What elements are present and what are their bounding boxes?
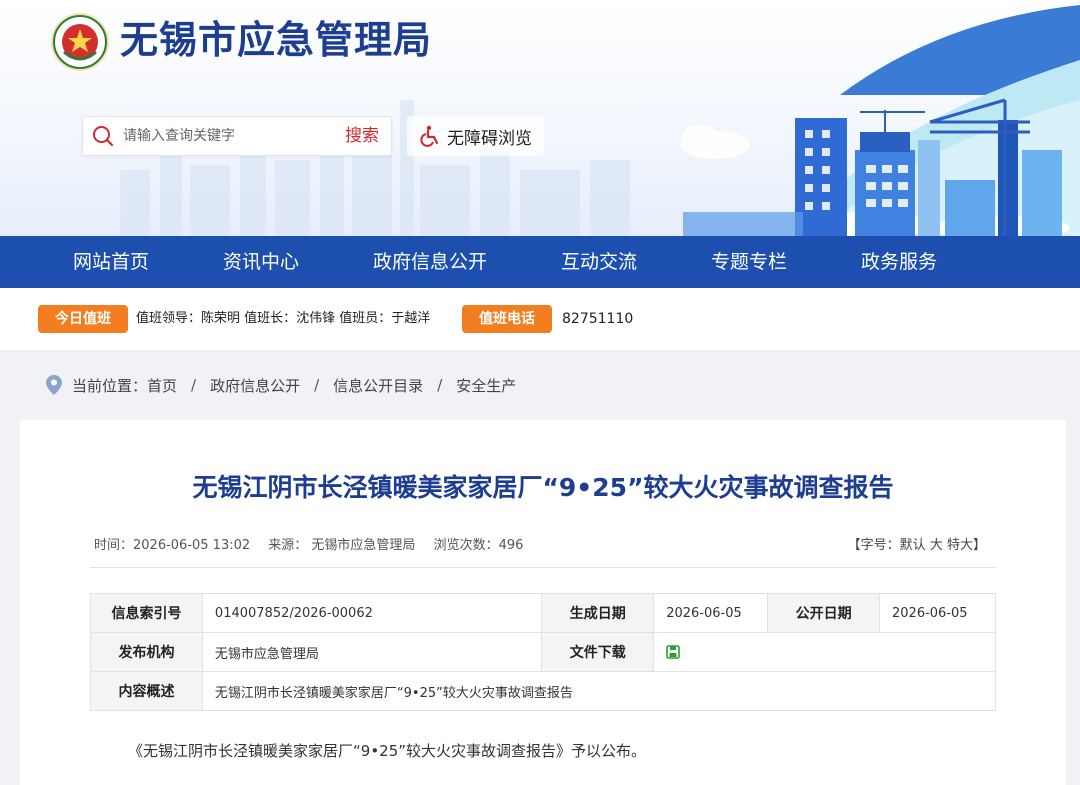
org-value: 无锡市应急管理局 [201, 632, 543, 672]
font-size-xlarge[interactable]: 特大 [947, 538, 973, 553]
breadcrumb-prefix: 当前位置： [72, 376, 148, 395]
nav-item-gov-info[interactable]: 政府信息公开 [373, 236, 487, 288]
font-size-suffix: 】 [972, 538, 986, 553]
published-date-label: 公开日期 [767, 593, 881, 633]
font-size-large[interactable]: 大 [930, 538, 943, 553]
org-label: 发布机构 [90, 632, 203, 672]
font-size-switcher: 【字号：默认 大 特大】 [848, 534, 986, 553]
table-row: 内容概述 无锡江阴市长泾镇暖美家家居厂“9•25”较大火灾事故调查报告 [90, 671, 997, 711]
download-label: 文件下载 [541, 632, 655, 672]
nav-item-news[interactable]: 资讯中心 [223, 236, 299, 288]
font-size-prefix: 【字号： [847, 538, 900, 553]
info-table: 信息索引号 014007852/2026-00062 生成日期 2026-06-… [90, 593, 997, 711]
main-nav: 网站首页 资讯中心 政府信息公开 互动交流 专题专栏 政务服务 [0, 236, 1080, 288]
index-label: 信息索引号 [90, 593, 203, 633]
duty-info: 值班领导：陈荣明 值班长：沈伟锋 值班员：于越洋 [136, 311, 431, 326]
breadcrumb-separator: / [191, 376, 197, 394]
index-value: 014007852/2026-00062 [201, 593, 543, 633]
file-download-icon[interactable] [666, 645, 681, 659]
wheelchair-icon [420, 125, 439, 147]
search-box: 搜索 [82, 116, 392, 156]
duty-phone-badge: 值班电话 [462, 305, 552, 333]
table-row: 信息索引号 014007852/2026-00062 生成日期 2026-06-… [90, 593, 996, 633]
nav-item-services[interactable]: 政务服务 [861, 236, 937, 288]
summary-value: 无锡江阴市长泾镇暖美家家居厂“9•25”较大火灾事故调查报告 [201, 671, 997, 711]
breadcrumb-home[interactable]: 首页 [147, 375, 177, 396]
article-body: 《无锡江阴市长泾镇暖美家家居厂“9•25”较大火灾事故调查报告》予以公布。 [128, 742, 647, 760]
created-date-value: 2026-06-05 [653, 593, 769, 633]
created-date-label: 生成日期 [541, 593, 655, 633]
article-meta: 时间：2026-06-05 13:02 来源： 无锡市应急管理局 浏览次数：49… [94, 534, 537, 553]
table-row: 发布机构 无锡市应急管理局 文件下载 [90, 632, 996, 672]
article-source: 来源： 无锡市应急管理局 [268, 538, 416, 553]
download-cell [653, 632, 996, 672]
breadcrumb-separator: / [314, 376, 320, 394]
article-title: 无锡江阴市长泾镇暖美家家居厂“9•25”较大火灾事故调查报告 [192, 473, 894, 502]
site-title[interactable]: 无锡市应急管理局 [120, 14, 432, 66]
meta-divider [90, 567, 996, 568]
site-header: 无锡市应急管理局 搜索 无障碍浏览 [0, 0, 1080, 236]
duty-phone: 82751110 [562, 311, 634, 327]
nav-item-topics[interactable]: 专题专栏 [711, 236, 787, 288]
breadcrumb-safety[interactable]: 安全生产 [456, 375, 516, 396]
breadcrumb-gov-info[interactable]: 政府信息公开 [210, 375, 300, 396]
accessibility-label: 无障碍浏览 [447, 128, 532, 149]
search-input[interactable] [123, 121, 323, 151]
breadcrumb-catalog[interactable]: 信息公开目录 [333, 375, 423, 396]
nav-item-interaction[interactable]: 互动交流 [561, 236, 637, 288]
search-icon [83, 116, 123, 156]
breadcrumb-separator: / [437, 376, 443, 394]
nav-item-home[interactable]: 网站首页 [73, 236, 149, 288]
view-count: 浏览次数：496 [433, 538, 524, 553]
search-button[interactable]: 搜索 [345, 117, 379, 155]
published-date-value: 2026-06-05 [879, 593, 996, 633]
duty-bar: 今日值班 值班领导：陈荣明 值班长：沈伟锋 值班员：于越洋 值班电话 82751… [0, 288, 1080, 350]
location-pin-icon [46, 375, 62, 395]
accessibility-button[interactable]: 无障碍浏览 [407, 116, 544, 156]
publish-time: 时间：2026-06-05 13:02 [94, 538, 251, 553]
today-duty-badge: 今日值班 [38, 305, 128, 333]
breadcrumb: 当前位置： 首页 / 政府信息公开 / 信息公开目录 / 安全生产 [46, 372, 516, 398]
summary-label: 内容概述 [90, 671, 203, 711]
font-size-default[interactable]: 默认 [900, 538, 926, 553]
article-card: 无锡江阴市长泾镇暖美家家居厂“9•25”较大火灾事故调查报告 时间：2026-0… [20, 420, 1066, 785]
emergency-management-emblem [51, 13, 109, 71]
